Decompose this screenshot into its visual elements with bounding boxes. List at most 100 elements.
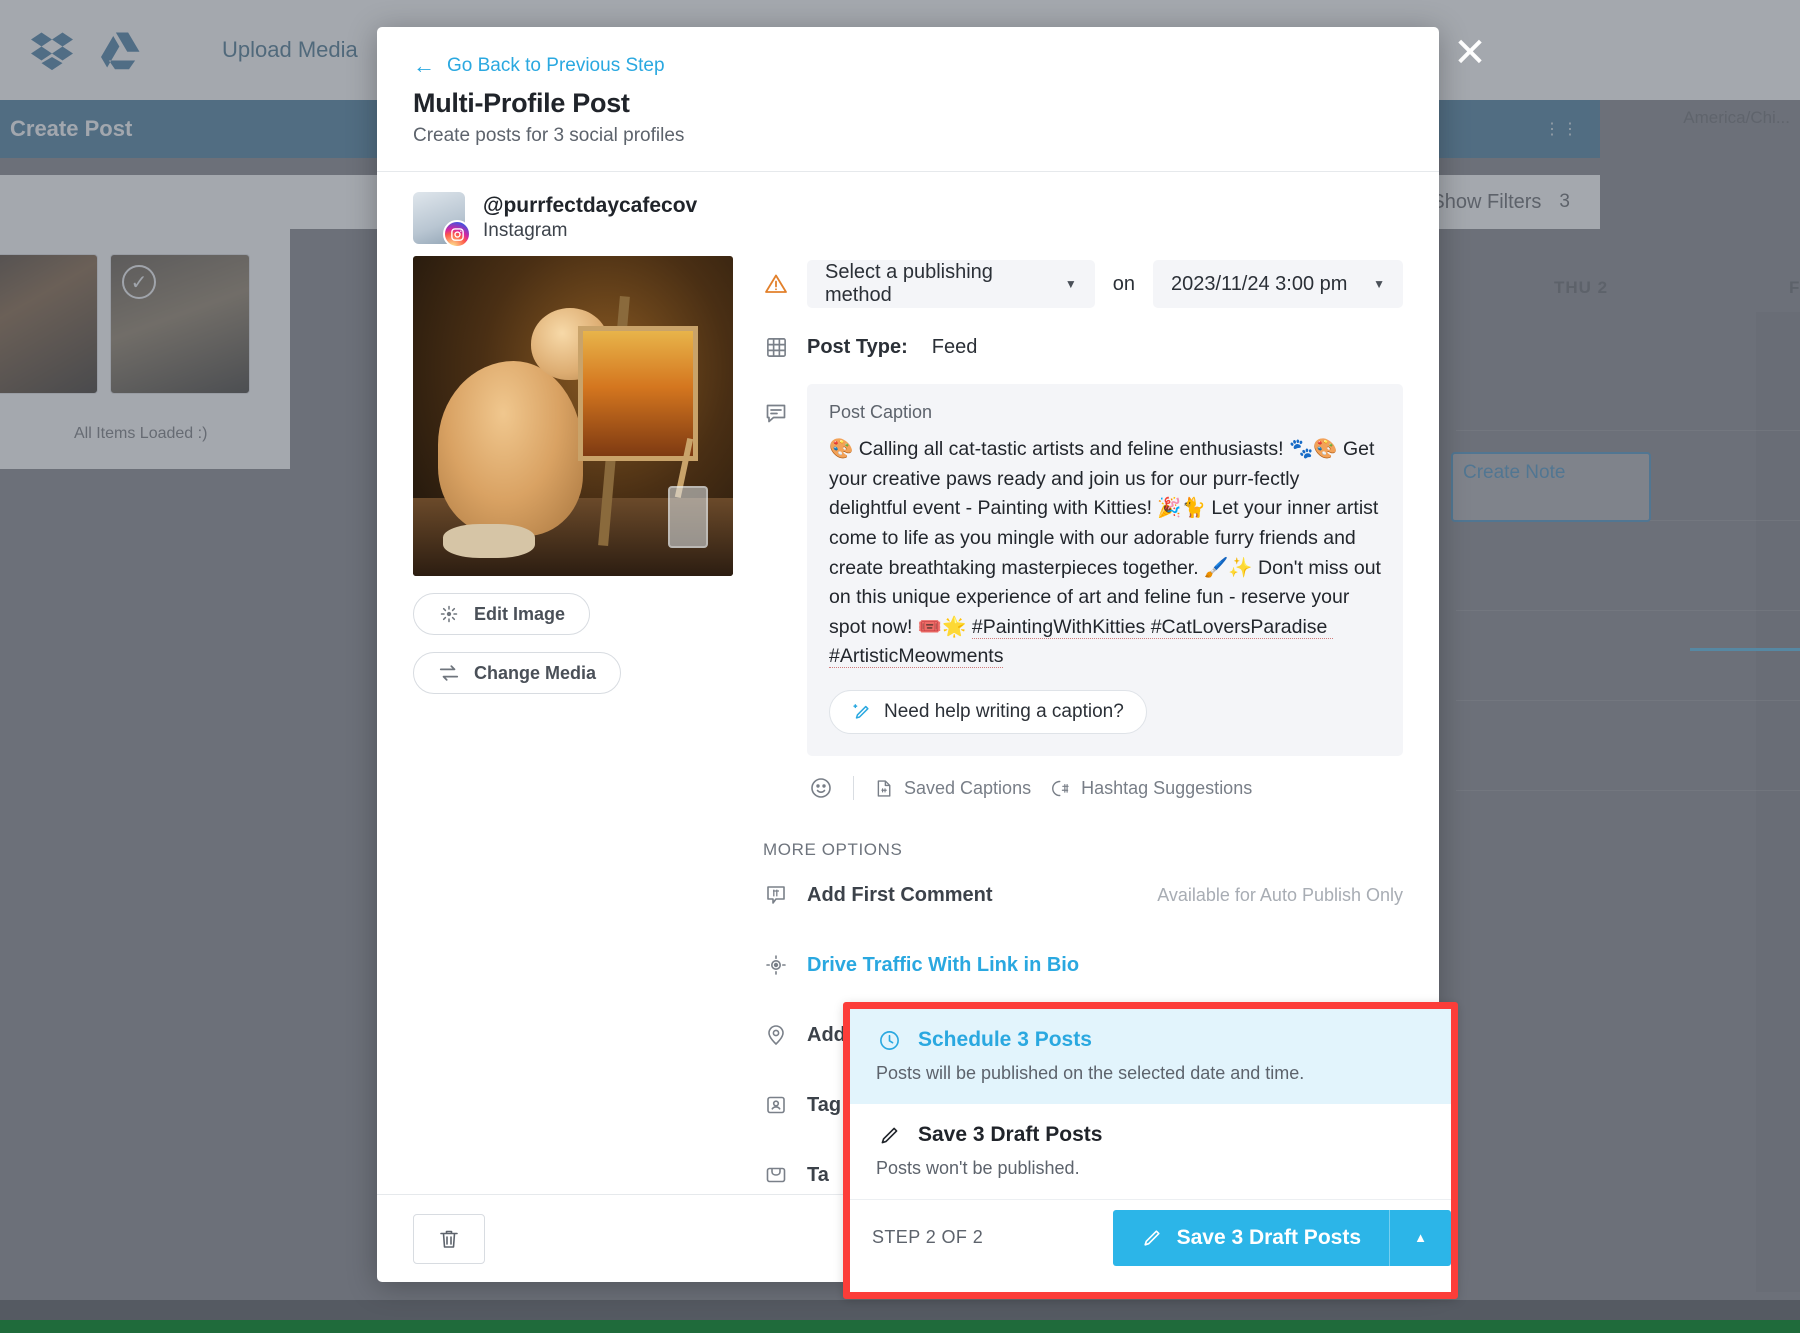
save-button-group: Save 3 Draft Posts ▲ [1112, 1209, 1451, 1266]
calendar-gridline [1456, 430, 1800, 431]
swap-arrows-icon [438, 662, 460, 684]
post-type-label: Post Type: [807, 335, 908, 358]
magic-pencil-icon [852, 702, 872, 722]
option-label: Add First Comment [807, 883, 993, 906]
profile-handle: @purrfectdaycafecov [483, 194, 698, 217]
modal-header: ← Go Back to Previous Step Multi-Profile… [377, 27, 1439, 172]
save-draft-posts-button[interactable]: Save 3 Draft Posts [1112, 1209, 1389, 1266]
menu-item-title: Save 3 Draft Posts [918, 1123, 1103, 1146]
tag-person-icon [763, 1092, 789, 1118]
instagram-icon [443, 220, 471, 248]
decorative-shape [668, 486, 708, 548]
calendar-panel: America/Chi... THU 2 FR [1456, 100, 1800, 1290]
bottom-strip [0, 1300, 1800, 1320]
media-preview-image[interactable] [413, 256, 733, 576]
page-subtitle: Create posts for 3 social profiles [413, 125, 685, 146]
publish-options-dropdown: Schedule 3 Posts Posts will be published… [850, 1009, 1451, 1275]
post-caption-card[interactable]: Post Caption 🎨 Calling all cat-tastic ar… [807, 384, 1403, 756]
ai-caption-helper-label: Need help writing a caption? [884, 701, 1124, 722]
caption-toolbar: Saved Captions Hashtag Suggestions [763, 776, 1403, 800]
clock-icon [876, 1027, 902, 1053]
save-button-label: Save 3 Draft Posts [1176, 1225, 1361, 1249]
target-link-icon [763, 952, 789, 978]
hash-comment-icon [763, 882, 789, 908]
caption-body: 🎨 Calling all cat-tastic artists and fel… [829, 438, 1387, 638]
calendar-gridline [1456, 790, 1800, 791]
hashtag-suggestions-button[interactable]: Hashtag Suggestions [1051, 778, 1252, 799]
option-add-first-comment[interactable]: Add First Comment Available for Auto Pub… [763, 860, 1403, 930]
create-post-label: Create Post [10, 116, 133, 141]
option-note: Available for Auto Publish Only [1157, 884, 1403, 905]
location-pin-icon [763, 1022, 789, 1048]
ai-caption-helper-button[interactable]: Need help writing a caption? [829, 690, 1147, 734]
calendar-gridline [1456, 610, 1800, 611]
decorative-shape [438, 361, 583, 536]
calendar-accent-line [1690, 648, 1800, 651]
publish-options-dropdown-highlight: Schedule 3 Posts Posts will be published… [843, 1002, 1458, 1299]
on-label: on [1112, 272, 1135, 295]
option-label: Ta [807, 1163, 829, 1186]
publishing-method-select[interactable]: Select a publishing method ▼ [807, 260, 1095, 308]
timezone-label[interactable]: America/Chi... [1683, 108, 1790, 128]
pencil-icon [876, 1122, 902, 1148]
edit-image-button[interactable]: Edit Image [413, 593, 591, 635]
dropbox-icon[interactable] [30, 29, 74, 71]
green-strip [0, 1320, 1800, 1333]
grid-icon [763, 334, 789, 360]
profile-network: Instagram [483, 220, 568, 241]
post-caption-label: Post Caption [829, 402, 933, 422]
calendar-day-fri: FR [1789, 278, 1800, 297]
menu-item-save-drafts[interactable]: Save 3 Draft Posts Posts won't be publis… [850, 1104, 1451, 1199]
comment-bubble-icon [763, 400, 789, 426]
divider [853, 776, 854, 800]
schedule-datetime-select[interactable]: 2023/11/24 3:00 pm ▼ [1153, 260, 1403, 308]
caption-row: Post Caption 🎨 Calling all cat-tastic ar… [763, 384, 1403, 756]
step-indicator: STEP 2 OF 2 [872, 1227, 984, 1247]
calendar-gridline [1456, 700, 1800, 701]
shopping-bag-icon [763, 1162, 789, 1188]
menu-item-schedule-posts[interactable]: Schedule 3 Posts Posts will be published… [850, 1009, 1451, 1104]
saved-captions-button[interactable]: Saved Captions [874, 778, 1031, 799]
publishing-method-row: Select a publishing method ▼ on 2023/11/… [763, 260, 1403, 308]
chevron-up-icon[interactable]: ▲ [1389, 1209, 1451, 1266]
go-back-link[interactable]: ← Go Back to Previous Step [413, 55, 665, 77]
post-caption-text[interactable]: 🎨 Calling all cat-tastic artists and fel… [829, 435, 1381, 672]
calendar-column [1756, 312, 1800, 1292]
warning-triangle-icon [763, 271, 789, 297]
media-column: Edit Image Change Media [413, 256, 733, 1194]
post-type-value: Feed [931, 335, 978, 358]
change-media-label: Change Media [474, 662, 597, 683]
all-items-loaded-text: All Items Loaded :) [74, 425, 208, 442]
schedule-datetime-value: 2023/11/24 3:00 pm [1171, 272, 1348, 295]
publishing-method-value: Select a publishing method [825, 261, 993, 306]
chevron-down-icon: ▼ [1373, 277, 1385, 291]
delete-button[interactable] [413, 1213, 485, 1264]
change-media-button[interactable]: Change Media [413, 652, 622, 694]
post-type-row: Post Type: Feed [763, 334, 1403, 360]
menu-item-description: Posts will be published on the selected … [876, 1063, 1305, 1083]
calendar-day-thu: THU 2 [1554, 278, 1609, 297]
media-thumbnail[interactable] [0, 254, 98, 394]
emoji-icon[interactable] [809, 776, 833, 800]
close-icon[interactable]: ✕ [1447, 30, 1493, 76]
dropdown-footer: STEP 2 OF 2 Save 3 Draft Posts ▲ [850, 1199, 1451, 1275]
menu-item-head: Schedule 3 Posts [876, 1027, 1425, 1053]
google-drive-icon[interactable] [100, 29, 144, 71]
option-link-in-bio[interactable]: Drive Traffic With Link in Bio [763, 930, 1403, 1000]
menu-item-head: Save 3 Draft Posts [876, 1122, 1425, 1148]
edit-image-label: Edit Image [474, 603, 566, 624]
create-note-box[interactable]: Create Note [1451, 452, 1651, 522]
magic-wand-icon [438, 603, 460, 625]
instagram-profile-row[interactable]: @purrfectdaycafecov Instagram [377, 172, 1439, 256]
saved-captions-label: Saved Captions [904, 777, 1032, 798]
menu-item-description: Posts won't be published. [876, 1158, 1080, 1178]
decorative-shape [578, 326, 698, 461]
more-options-heading: MORE OPTIONS [763, 840, 903, 859]
check-circle-icon: ✓ [122, 265, 156, 299]
hashtag-suggestions-label: Hashtag Suggestions [1081, 777, 1253, 798]
decorative-shape [443, 524, 535, 558]
option-label: Drive Traffic With Link in Bio [807, 953, 1080, 976]
pencil-icon [1141, 1227, 1163, 1249]
upload-media-button[interactable]: Upload Media [222, 37, 358, 63]
avatar [413, 192, 471, 248]
